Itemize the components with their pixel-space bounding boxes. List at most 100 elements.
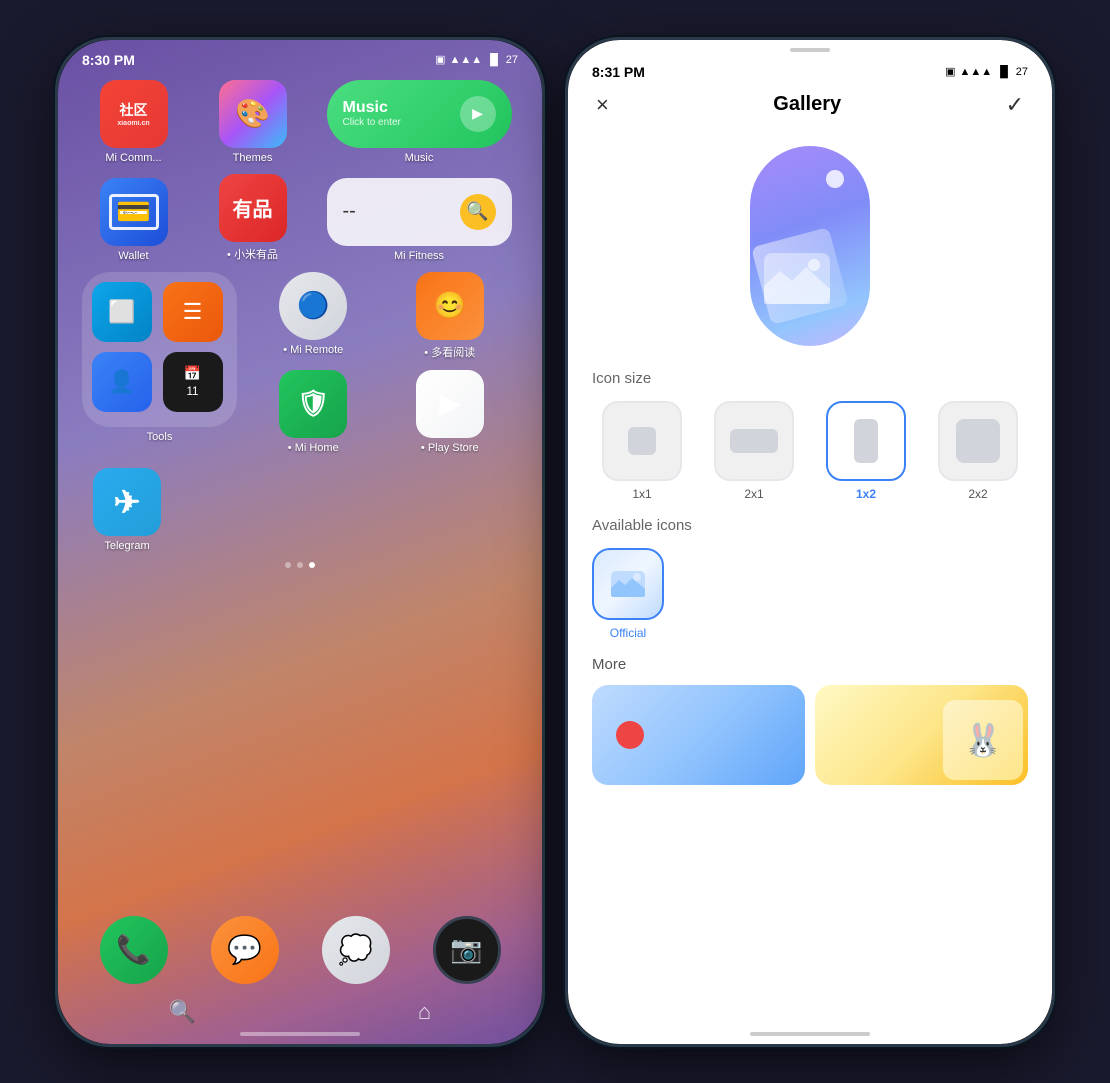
app-icon-mi-remote[interactable]: 🔵 bbox=[279, 272, 347, 340]
size-label-1x1: 1x1 bbox=[632, 487, 651, 501]
app-label-youpin: 小米有品 bbox=[227, 246, 278, 262]
folder-icon-contacts[interactable]: 👤 bbox=[92, 352, 152, 412]
more-label: More bbox=[592, 656, 1028, 673]
more-card-2[interactable]: 🐰 bbox=[815, 685, 1028, 785]
app-icon-themes[interactable]: 🎨 bbox=[219, 80, 287, 148]
phone1-screen: 8:30 PM ▣ ▲▲▲ ▐▌ 27 社区 xiaomi.cn Mi Comm… bbox=[58, 40, 542, 1044]
folder-icon-multi[interactable]: 📅11 bbox=[163, 352, 223, 412]
right-row-1: 🔵 Mi Remote 😊 多看阅读 bbox=[245, 272, 518, 360]
app-icon-mi-community[interactable]: 社区 xiaomi.cn bbox=[100, 80, 168, 148]
gallery-header: × Gallery ✓ bbox=[568, 84, 1052, 130]
dot-3 bbox=[309, 562, 315, 568]
bubbles-glyph: 💭 bbox=[338, 933, 373, 966]
contacts-glyph: 👤 bbox=[108, 369, 135, 395]
red-dot bbox=[616, 721, 644, 749]
folder-icon-menu[interactable]: ☰ bbox=[163, 282, 223, 342]
app-label-mi-remote: Mi Remote bbox=[283, 344, 343, 356]
app-item-play-store[interactable]: ▶ Play Store bbox=[405, 370, 495, 454]
music-play-button[interactable]: ▶ bbox=[460, 96, 496, 132]
app-item-telegram[interactable]: ✈ Telegram bbox=[82, 468, 172, 552]
home-content: 社区 xiaomi.cn Mi Comm... 🎨 Themes bbox=[58, 72, 542, 584]
icon-size-section: Icon size 1x1 2x1 bbox=[592, 370, 1028, 501]
size-inner-1x1 bbox=[628, 427, 656, 455]
avail-icon-box-official[interactable] bbox=[592, 548, 664, 620]
phone-glyph: 📞 bbox=[116, 933, 151, 966]
size-box-1x1[interactable] bbox=[602, 401, 682, 481]
app-item-fitness[interactable]: -- 🔍 Mi Fitness bbox=[327, 178, 512, 262]
avail-icon-official[interactable]: Official bbox=[592, 548, 664, 640]
p2-battery-percent: 27 bbox=[1016, 66, 1028, 78]
tools-folder[interactable]: ⬜ ☰ 👤 📅11 bbox=[82, 272, 237, 427]
dock-camera[interactable]: 📷 bbox=[433, 916, 501, 984]
app-item-youpin[interactable]: 有品 小米有品 bbox=[208, 174, 298, 262]
phone2-status-bar: 8:31 PM ▣ ▲▲▲ ▐▌ 27 bbox=[568, 52, 1052, 84]
p2-battery-icon: ▐▌ bbox=[996, 66, 1012, 78]
app-item-mi-remote[interactable]: 🔵 Mi Remote bbox=[268, 272, 358, 360]
telegram-row: ✈ Telegram bbox=[74, 468, 526, 552]
fitness-widget[interactable]: -- 🔍 bbox=[327, 178, 512, 246]
folder-label-tools: Tools bbox=[147, 431, 173, 443]
menu-glyph: ☰ bbox=[183, 299, 203, 325]
size-option-2x1[interactable]: 2x1 bbox=[704, 401, 804, 501]
phone2-home-indicator bbox=[750, 1032, 870, 1036]
camera-glyph: 📷 bbox=[450, 934, 482, 965]
gallery-close-button[interactable]: × bbox=[596, 92, 609, 118]
mi-remote-glyph: 🔵 bbox=[297, 290, 329, 321]
more-section: More 🐰 bbox=[592, 656, 1028, 785]
music-sub: Click to enter bbox=[343, 117, 450, 128]
app-row-1: 社区 xiaomi.cn Mi Comm... 🎨 Themes bbox=[74, 80, 526, 164]
size-option-2x2[interactable]: 2x2 bbox=[928, 401, 1028, 501]
app-icon-mi-home[interactable]: 🛡 bbox=[279, 370, 347, 438]
avail-icon-label-official: Official bbox=[610, 626, 646, 640]
app-icon-reader[interactable]: 😊 bbox=[416, 272, 484, 340]
app-icon-play-store[interactable]: ▶ bbox=[416, 370, 484, 438]
app-label-mi-home: Mi Home bbox=[288, 442, 339, 454]
youpin-cn-text: 有品 bbox=[233, 193, 273, 222]
app-icon-wallet[interactable]: 💳 bbox=[100, 178, 168, 246]
themes-icon-glyph: 🎨 bbox=[235, 97, 270, 130]
size-label-2x1: 2x1 bbox=[744, 487, 763, 501]
size-box-2x1[interactable] bbox=[714, 401, 794, 481]
telegram-glyph: ✈ bbox=[114, 483, 141, 521]
music-text: Music Click to enter bbox=[343, 99, 450, 128]
size-option-1x2[interactable]: 1x2 bbox=[816, 401, 916, 501]
p2-camera-icon: ▣ bbox=[945, 65, 955, 78]
music-widget[interactable]: Music Click to enter ▶ bbox=[327, 80, 512, 148]
mi-cn-text: 社区 bbox=[120, 100, 148, 120]
icon-size-options: 1x1 2x1 1x2 bbox=[592, 401, 1028, 501]
fitness-dashes: -- bbox=[343, 200, 356, 223]
app-item-themes[interactable]: 🎨 Themes bbox=[208, 80, 298, 164]
size-box-1x2[interactable] bbox=[826, 401, 906, 481]
gallery-icon-dot bbox=[826, 170, 844, 188]
size-option-1x1[interactable]: 1x1 bbox=[592, 401, 692, 501]
mi-home-glyph: 🛡 bbox=[297, 388, 330, 419]
app-icon-youpin[interactable]: 有品 bbox=[219, 174, 287, 242]
official-icon-svg bbox=[610, 570, 646, 598]
dock-phone[interactable]: 📞 bbox=[100, 916, 168, 984]
phone-1: 8:30 PM ▣ ▲▲▲ ▐▌ 27 社区 xiaomi.cn Mi Comm… bbox=[55, 37, 545, 1047]
app-label-telegram: Telegram bbox=[104, 540, 149, 552]
folder-icon-screen-capture[interactable]: ⬜ bbox=[92, 282, 152, 342]
search-button[interactable]: 🔍 bbox=[169, 999, 196, 1025]
home-button[interactable]: ⌂ bbox=[418, 999, 431, 1025]
anime-char: 🐰 bbox=[943, 700, 1023, 780]
gallery-check-button[interactable]: ✓ bbox=[1006, 92, 1024, 118]
phone1-time: 8:30 PM bbox=[82, 52, 135, 68]
gallery-icon-preview bbox=[592, 146, 1028, 346]
app-label-play-store: Play Store bbox=[421, 442, 479, 454]
size-inner-2x1 bbox=[730, 429, 778, 453]
app-item-reader[interactable]: 😊 多看阅读 bbox=[405, 272, 495, 360]
right-row-2: 🛡 Mi Home ▶ Play Store bbox=[245, 370, 518, 454]
right-apps-grid: 🔵 Mi Remote 😊 多看阅读 bbox=[245, 272, 518, 454]
phone2-status-icons: ▣ ▲▲▲ ▐▌ 27 bbox=[945, 65, 1028, 78]
app-item-music[interactable]: Music Click to enter ▶ Music bbox=[327, 80, 512, 164]
app-item-mi-community[interactable]: 社区 xiaomi.cn Mi Comm... bbox=[89, 80, 179, 164]
app-item-wallet[interactable]: 💳 Wallet bbox=[89, 178, 179, 262]
more-card-1[interactable] bbox=[592, 685, 805, 785]
dock-messages[interactable]: 💬 bbox=[211, 916, 279, 984]
dot-2 bbox=[297, 562, 303, 568]
app-item-mi-home[interactable]: 🛡 Mi Home bbox=[268, 370, 358, 454]
dock-bubbles[interactable]: 💭 bbox=[322, 916, 390, 984]
app-icon-telegram[interactable]: ✈ bbox=[93, 468, 161, 536]
size-box-2x2[interactable] bbox=[938, 401, 1018, 481]
